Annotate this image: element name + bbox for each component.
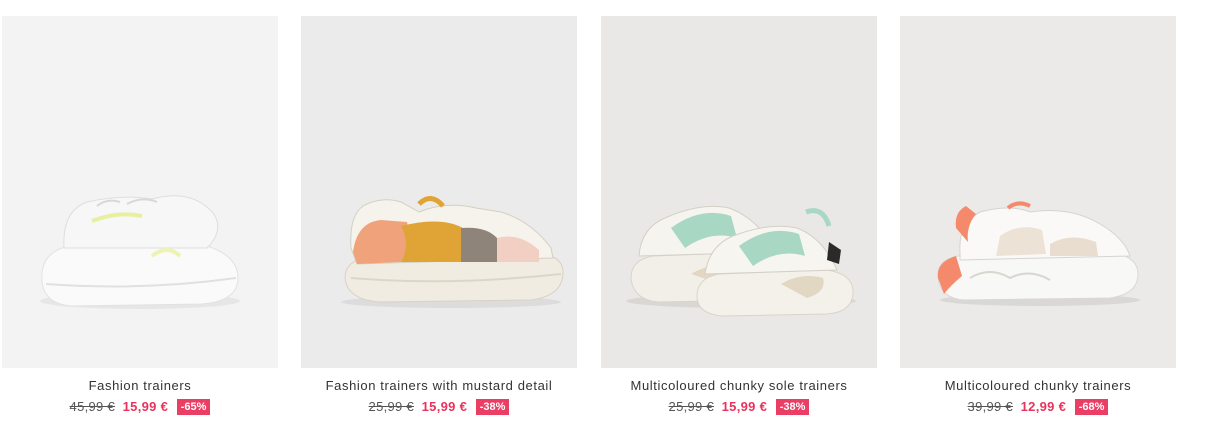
product-name[interactable]: Fashion trainers with mustard detail — [301, 378, 577, 394]
original-price: 39,99 € — [967, 399, 1014, 414]
product-name[interactable]: Multicoloured chunky trainers — [900, 378, 1176, 394]
original-price: 45,99 € — [69, 399, 116, 414]
price-row: 39,99 € 12,99 € -68% — [900, 399, 1176, 415]
discount-badge: -38% — [775, 399, 810, 415]
coral-trainer-image[interactable] — [900, 16, 1176, 368]
sale-price: 12,99 € — [1020, 399, 1067, 414]
discount-badge: -38% — [475, 399, 510, 415]
sale-price: 15,99 € — [122, 399, 169, 414]
white-trainer-image[interactable] — [2, 16, 278, 368]
product-name[interactable]: Multicoloured chunky sole trainers — [601, 378, 877, 394]
mustard-trainer-illustration — [341, 196, 564, 308]
sale-price: 15,99 € — [721, 399, 768, 414]
original-price: 25,99 € — [668, 399, 715, 414]
mustard-trainer-image[interactable] — [301, 16, 577, 368]
mint-trainers-pair-illustration — [626, 205, 856, 317]
white-trainer-illustration — [40, 195, 240, 309]
product-name[interactable]: Fashion trainers — [2, 378, 278, 394]
price-row: 25,99 € 15,99 € -38% — [301, 399, 577, 415]
mint-trainers-pair-image[interactable] — [601, 16, 877, 368]
price-row: 25,99 € 15,99 € -38% — [601, 399, 877, 415]
price-row: 45,99 € 15,99 € -65% — [2, 399, 278, 415]
product-card[interactable]: Multicoloured chunky sole trainers 25,99… — [601, 16, 877, 415]
discount-badge: -65% — [176, 399, 211, 415]
product-grid: Fashion trainers 45,99 € 15,99 € -65% Fa… — [0, 0, 1210, 446]
product-card[interactable]: Fashion trainers with mustard detail 25,… — [301, 16, 577, 415]
discount-badge: -68% — [1074, 399, 1109, 415]
sale-price: 15,99 € — [421, 399, 468, 414]
product-card[interactable]: Fashion trainers 45,99 € 15,99 € -65% — [2, 16, 278, 415]
product-card[interactable]: Multicoloured chunky trainers 39,99 € 12… — [900, 16, 1176, 415]
original-price: 25,99 € — [368, 399, 415, 414]
coral-trainer-illustration — [937, 201, 1140, 306]
